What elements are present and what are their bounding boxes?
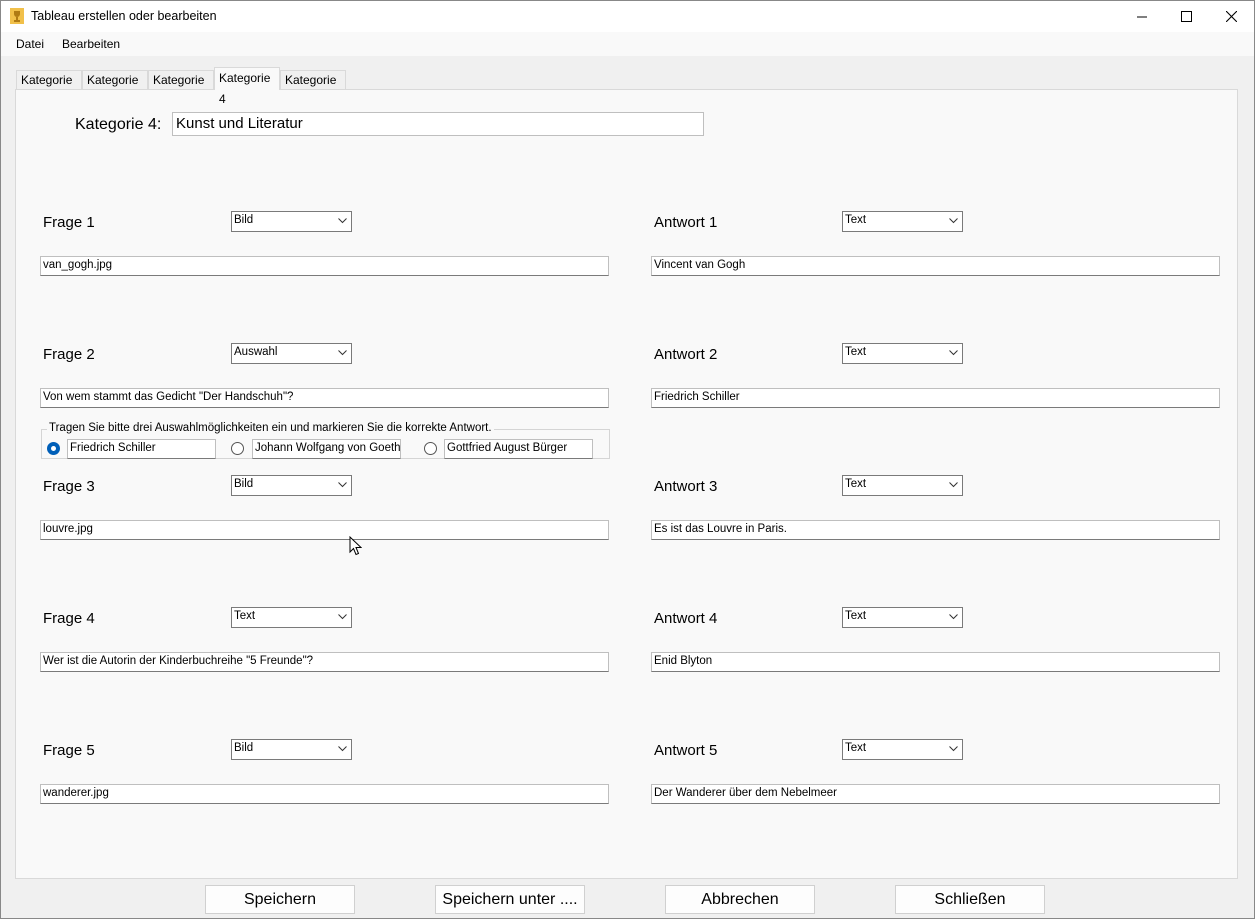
answer-input[interactable]: Enid Blyton xyxy=(651,652,1220,672)
choice-option-input[interactable]: Gottfried August Bürger xyxy=(444,439,593,459)
chevron-down-icon xyxy=(338,482,347,488)
close-window-button[interactable] xyxy=(1208,1,1254,32)
select-value: Bild xyxy=(234,478,254,490)
category-label: Kategorie 4: xyxy=(75,116,162,133)
answer-type-select[interactable]: Text xyxy=(842,343,963,364)
choice-radio-3[interactable] xyxy=(424,442,437,455)
chevron-down-icon xyxy=(949,614,958,620)
question-input[interactable]: wanderer.jpg xyxy=(40,784,609,804)
menu-bar: Datei Bearbeiten xyxy=(1,32,1254,56)
answer-input[interactable]: Es ist das Louvre in Paris. xyxy=(651,520,1220,540)
question-input[interactable]: Wer ist die Autorin der Kinderbuchreihe … xyxy=(40,652,609,672)
question-label: Frage 1 xyxy=(43,214,95,231)
tab-kategorie-3[interactable]: Kategorie 3 xyxy=(148,70,214,106)
question-label: Frage 5 xyxy=(43,742,95,759)
tab-kategorie-4[interactable]: Kategorie 4 xyxy=(214,67,280,106)
question-input[interactable]: van_gogh.jpg xyxy=(40,256,609,276)
answer-label: Antwort 4 xyxy=(654,610,718,627)
question-type-select[interactable]: Bild xyxy=(231,475,352,496)
cancel-button[interactable]: Abbrechen xyxy=(665,885,815,914)
answer-type-select[interactable]: Text xyxy=(842,739,963,760)
select-value: Text xyxy=(845,346,867,358)
maximize-button[interactable] xyxy=(1163,1,1209,32)
select-value: Bild xyxy=(234,742,254,754)
chevron-down-icon xyxy=(338,746,347,752)
close-icon xyxy=(1225,11,1237,22)
save-as-button[interactable]: Speichern unter .... xyxy=(435,885,585,914)
question-label: Frage 3 xyxy=(43,478,95,495)
answer-type-select[interactable]: Text xyxy=(842,475,963,496)
trophy-icon xyxy=(10,8,24,24)
choice-group-legend: Tragen Sie bitte drei Auswahlmöglichkeit… xyxy=(47,422,494,434)
answer-input[interactable]: Vincent van Gogh xyxy=(651,256,1220,276)
window-title: Tableau erstellen oder bearbeiten xyxy=(31,9,217,23)
mouse-cursor-icon xyxy=(349,536,362,556)
menu-bearbeiten[interactable]: Bearbeiten xyxy=(62,37,120,51)
answer-label: Antwort 5 xyxy=(654,742,718,759)
minimize-button[interactable] xyxy=(1119,1,1165,32)
question-type-select[interactable]: Auswahl xyxy=(231,343,352,364)
chevron-down-icon xyxy=(949,482,958,488)
answer-type-select[interactable]: Text xyxy=(842,607,963,628)
close-button[interactable]: Schließen xyxy=(895,885,1045,914)
question-input[interactable]: Von wem stammt das Gedicht "Der Handschu… xyxy=(40,388,609,408)
question-type-select[interactable]: Bild xyxy=(231,211,352,232)
question-type-select[interactable]: Bild xyxy=(231,739,352,760)
chevron-down-icon xyxy=(338,218,347,224)
answer-label: Antwort 3 xyxy=(654,478,718,495)
select-value: Text xyxy=(845,742,867,754)
select-value: Text xyxy=(845,478,867,490)
select-value: Bild xyxy=(234,214,254,226)
choice-radio-1[interactable] xyxy=(47,442,60,455)
choice-radio-2[interactable] xyxy=(231,442,244,455)
maximize-icon xyxy=(1180,11,1192,22)
answer-label: Antwort 2 xyxy=(654,346,718,363)
menu-datei[interactable]: Datei xyxy=(16,37,44,51)
choice-option-input[interactable]: Friedrich Schiller xyxy=(67,439,216,459)
title-bar: Tableau erstellen oder bearbeiten xyxy=(1,1,1254,32)
main-window: Tableau erstellen oder bearbeiten Datei … xyxy=(0,0,1255,919)
answer-input[interactable]: Der Wanderer über dem Nebelmeer xyxy=(651,784,1220,804)
question-label: Frage 4 xyxy=(43,610,95,627)
choice-option-input[interactable]: Johann Wolfgang von Goethe xyxy=(252,439,401,459)
save-button[interactable]: Speichern xyxy=(205,885,355,914)
question-input[interactable]: louvre.jpg xyxy=(40,520,609,540)
answer-type-select[interactable]: Text xyxy=(842,211,963,232)
chevron-down-icon xyxy=(338,350,347,356)
chevron-down-icon xyxy=(949,746,958,752)
tab-kategorie-2[interactable]: Kategorie 2 xyxy=(82,70,148,106)
chevron-down-icon xyxy=(949,350,958,356)
question-label: Frage 2 xyxy=(43,346,95,363)
select-value: Text xyxy=(234,610,256,622)
minimize-icon xyxy=(1137,16,1147,17)
chevron-down-icon xyxy=(949,218,958,224)
answer-input[interactable]: Friedrich Schiller xyxy=(651,388,1220,408)
select-value: Text xyxy=(845,610,867,622)
tab-kategorie-1[interactable]: Kategorie 1 xyxy=(16,70,82,106)
chevron-down-icon xyxy=(338,614,347,620)
answer-label: Antwort 1 xyxy=(654,214,718,231)
select-value: Auswahl xyxy=(234,346,278,358)
category-name-input[interactable]: Kunst und Literatur xyxy=(172,112,704,136)
select-value: Text xyxy=(845,214,867,226)
question-type-select[interactable]: Text xyxy=(231,607,352,628)
tab-kategorie-5[interactable]: Kategorie 5 xyxy=(280,70,346,106)
tab-panel xyxy=(15,89,1238,879)
